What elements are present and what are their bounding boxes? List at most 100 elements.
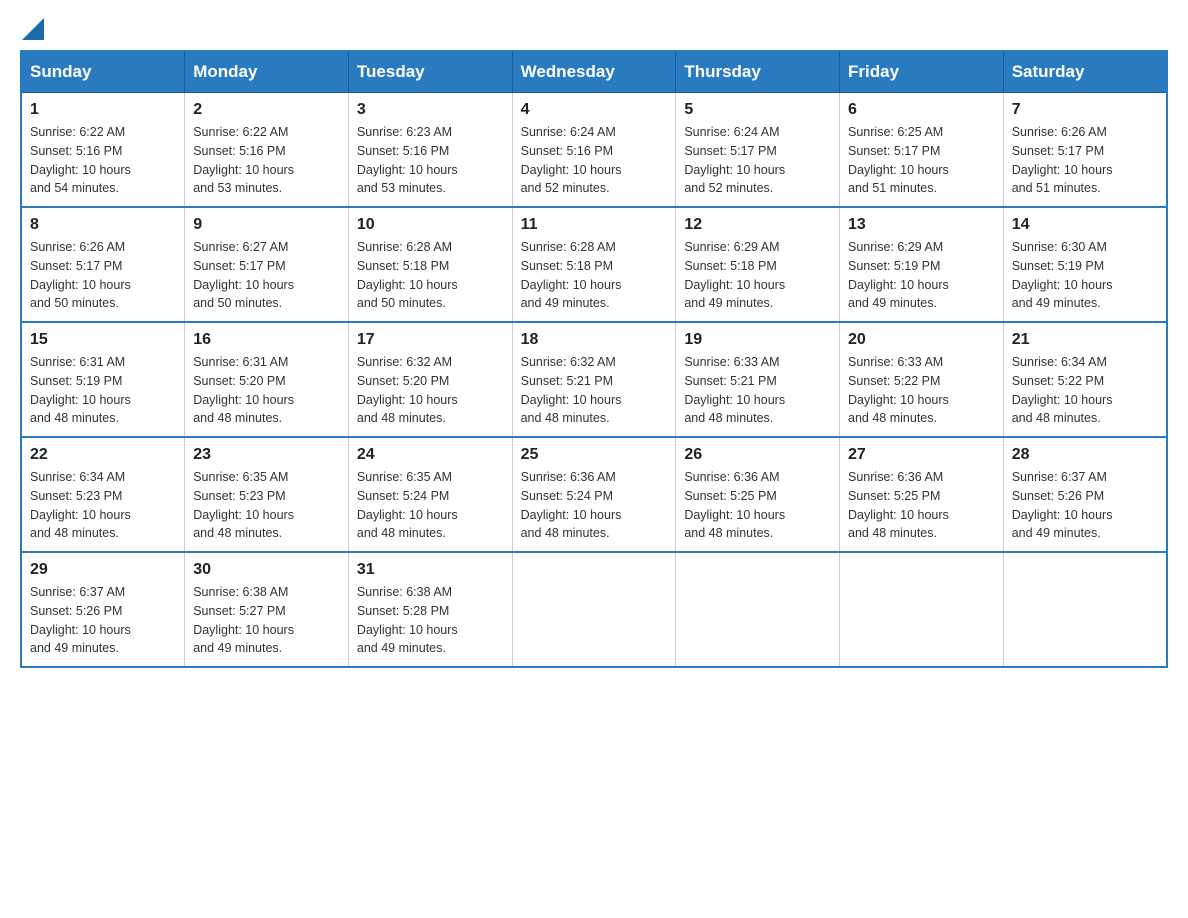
- calendar-day-cell: 14 Sunrise: 6:30 AM Sunset: 5:19 PM Dayl…: [1003, 207, 1167, 322]
- calendar-day-cell: 27 Sunrise: 6:36 AM Sunset: 5:25 PM Dayl…: [840, 437, 1004, 552]
- day-info: Sunrise: 6:36 AM Sunset: 5:24 PM Dayligh…: [521, 468, 668, 543]
- day-info: Sunrise: 6:25 AM Sunset: 5:17 PM Dayligh…: [848, 123, 995, 198]
- logo-triangle-icon: [22, 18, 44, 40]
- calendar-day-cell: 11 Sunrise: 6:28 AM Sunset: 5:18 PM Dayl…: [512, 207, 676, 322]
- calendar-day-cell: 20 Sunrise: 6:33 AM Sunset: 5:22 PM Dayl…: [840, 322, 1004, 437]
- day-info: Sunrise: 6:29 AM Sunset: 5:18 PM Dayligh…: [684, 238, 831, 313]
- day-info: Sunrise: 6:33 AM Sunset: 5:22 PM Dayligh…: [848, 353, 995, 428]
- day-info: Sunrise: 6:34 AM Sunset: 5:22 PM Dayligh…: [1012, 353, 1158, 428]
- calendar-week-row: 8 Sunrise: 6:26 AM Sunset: 5:17 PM Dayli…: [21, 207, 1167, 322]
- day-number: 20: [848, 331, 995, 349]
- calendar-day-cell: 25 Sunrise: 6:36 AM Sunset: 5:24 PM Dayl…: [512, 437, 676, 552]
- day-number: 22: [30, 446, 176, 464]
- calendar-day-cell: 24 Sunrise: 6:35 AM Sunset: 5:24 PM Dayl…: [348, 437, 512, 552]
- day-info: Sunrise: 6:32 AM Sunset: 5:20 PM Dayligh…: [357, 353, 504, 428]
- day-number: 14: [1012, 216, 1158, 234]
- calendar-day-cell: 16 Sunrise: 6:31 AM Sunset: 5:20 PM Dayl…: [185, 322, 349, 437]
- day-info: Sunrise: 6:36 AM Sunset: 5:25 PM Dayligh…: [848, 468, 995, 543]
- logo: [20, 20, 44, 40]
- calendar-day-cell: 21 Sunrise: 6:34 AM Sunset: 5:22 PM Dayl…: [1003, 322, 1167, 437]
- day-info: Sunrise: 6:22 AM Sunset: 5:16 PM Dayligh…: [30, 123, 176, 198]
- calendar-day-cell: 13 Sunrise: 6:29 AM Sunset: 5:19 PM Dayl…: [840, 207, 1004, 322]
- calendar-body: 1 Sunrise: 6:22 AM Sunset: 5:16 PM Dayli…: [21, 93, 1167, 668]
- calendar-week-row: 1 Sunrise: 6:22 AM Sunset: 5:16 PM Dayli…: [21, 93, 1167, 208]
- day-number: 30: [193, 561, 340, 579]
- day-number: 9: [193, 216, 340, 234]
- day-number: 2: [193, 101, 340, 119]
- day-number: 26: [684, 446, 831, 464]
- calendar-table: SundayMondayTuesdayWednesdayThursdayFrid…: [20, 50, 1168, 668]
- calendar-day-cell: 23 Sunrise: 6:35 AM Sunset: 5:23 PM Dayl…: [185, 437, 349, 552]
- day-info: Sunrise: 6:28 AM Sunset: 5:18 PM Dayligh…: [521, 238, 668, 313]
- calendar-day-cell: 4 Sunrise: 6:24 AM Sunset: 5:16 PM Dayli…: [512, 93, 676, 208]
- day-number: 6: [848, 101, 995, 119]
- day-info: Sunrise: 6:37 AM Sunset: 5:26 PM Dayligh…: [30, 583, 176, 658]
- day-number: 27: [848, 446, 995, 464]
- day-info: Sunrise: 6:29 AM Sunset: 5:19 PM Dayligh…: [848, 238, 995, 313]
- calendar-day-cell: 28 Sunrise: 6:37 AM Sunset: 5:26 PM Dayl…: [1003, 437, 1167, 552]
- calendar-day-cell: 15 Sunrise: 6:31 AM Sunset: 5:19 PM Dayl…: [21, 322, 185, 437]
- day-number: 10: [357, 216, 504, 234]
- calendar-day-cell: 3 Sunrise: 6:23 AM Sunset: 5:16 PM Dayli…: [348, 93, 512, 208]
- day-number: 1: [30, 101, 176, 119]
- day-info: Sunrise: 6:37 AM Sunset: 5:26 PM Dayligh…: [1012, 468, 1158, 543]
- day-number: 11: [521, 216, 668, 234]
- calendar-day-cell: 12 Sunrise: 6:29 AM Sunset: 5:18 PM Dayl…: [676, 207, 840, 322]
- day-number: 8: [30, 216, 176, 234]
- day-info: Sunrise: 6:24 AM Sunset: 5:17 PM Dayligh…: [684, 123, 831, 198]
- calendar-day-cell: 17 Sunrise: 6:32 AM Sunset: 5:20 PM Dayl…: [348, 322, 512, 437]
- day-number: 5: [684, 101, 831, 119]
- day-info: Sunrise: 6:38 AM Sunset: 5:28 PM Dayligh…: [357, 583, 504, 658]
- day-number: 24: [357, 446, 504, 464]
- day-of-week-header: Sunday: [21, 51, 185, 93]
- calendar-day-cell: 1 Sunrise: 6:22 AM Sunset: 5:16 PM Dayli…: [21, 93, 185, 208]
- calendar-week-row: 29 Sunrise: 6:37 AM Sunset: 5:26 PM Dayl…: [21, 552, 1167, 667]
- calendar-day-cell: 2 Sunrise: 6:22 AM Sunset: 5:16 PM Dayli…: [185, 93, 349, 208]
- calendar-day-cell: 10 Sunrise: 6:28 AM Sunset: 5:18 PM Dayl…: [348, 207, 512, 322]
- day-info: Sunrise: 6:27 AM Sunset: 5:17 PM Dayligh…: [193, 238, 340, 313]
- day-number: 7: [1012, 101, 1158, 119]
- calendar-day-cell: 19 Sunrise: 6:33 AM Sunset: 5:21 PM Dayl…: [676, 322, 840, 437]
- day-number: 19: [684, 331, 831, 349]
- day-number: 29: [30, 561, 176, 579]
- day-info: Sunrise: 6:36 AM Sunset: 5:25 PM Dayligh…: [684, 468, 831, 543]
- day-of-week-header: Tuesday: [348, 51, 512, 93]
- calendar-day-cell: [840, 552, 1004, 667]
- day-number: 3: [357, 101, 504, 119]
- day-info: Sunrise: 6:26 AM Sunset: 5:17 PM Dayligh…: [30, 238, 176, 313]
- calendar-week-row: 15 Sunrise: 6:31 AM Sunset: 5:19 PM Dayl…: [21, 322, 1167, 437]
- day-info: Sunrise: 6:33 AM Sunset: 5:21 PM Dayligh…: [684, 353, 831, 428]
- day-of-week-header: Saturday: [1003, 51, 1167, 93]
- day-of-week-header: Thursday: [676, 51, 840, 93]
- day-number: 12: [684, 216, 831, 234]
- day-info: Sunrise: 6:30 AM Sunset: 5:19 PM Dayligh…: [1012, 238, 1158, 313]
- day-info: Sunrise: 6:35 AM Sunset: 5:23 PM Dayligh…: [193, 468, 340, 543]
- day-info: Sunrise: 6:35 AM Sunset: 5:24 PM Dayligh…: [357, 468, 504, 543]
- day-number: 17: [357, 331, 504, 349]
- calendar-day-cell: 30 Sunrise: 6:38 AM Sunset: 5:27 PM Dayl…: [185, 552, 349, 667]
- day-number: 31: [357, 561, 504, 579]
- calendar-day-cell: 29 Sunrise: 6:37 AM Sunset: 5:26 PM Dayl…: [21, 552, 185, 667]
- calendar-day-cell: 8 Sunrise: 6:26 AM Sunset: 5:17 PM Dayli…: [21, 207, 185, 322]
- day-number: 25: [521, 446, 668, 464]
- day-of-week-header: Friday: [840, 51, 1004, 93]
- day-info: Sunrise: 6:23 AM Sunset: 5:16 PM Dayligh…: [357, 123, 504, 198]
- calendar-day-cell: 18 Sunrise: 6:32 AM Sunset: 5:21 PM Dayl…: [512, 322, 676, 437]
- day-info: Sunrise: 6:31 AM Sunset: 5:19 PM Dayligh…: [30, 353, 176, 428]
- day-number: 4: [521, 101, 668, 119]
- calendar-week-row: 22 Sunrise: 6:34 AM Sunset: 5:23 PM Dayl…: [21, 437, 1167, 552]
- day-number: 28: [1012, 446, 1158, 464]
- day-number: 18: [521, 331, 668, 349]
- day-of-week-header: Wednesday: [512, 51, 676, 93]
- day-of-week-header: Monday: [185, 51, 349, 93]
- day-info: Sunrise: 6:38 AM Sunset: 5:27 PM Dayligh…: [193, 583, 340, 658]
- calendar-day-cell: [1003, 552, 1167, 667]
- calendar-day-cell: 22 Sunrise: 6:34 AM Sunset: 5:23 PM Dayl…: [21, 437, 185, 552]
- day-number: 16: [193, 331, 340, 349]
- day-info: Sunrise: 6:34 AM Sunset: 5:23 PM Dayligh…: [30, 468, 176, 543]
- calendar-day-cell: 9 Sunrise: 6:27 AM Sunset: 5:17 PM Dayli…: [185, 207, 349, 322]
- calendar-day-cell: 7 Sunrise: 6:26 AM Sunset: 5:17 PM Dayli…: [1003, 93, 1167, 208]
- day-number: 23: [193, 446, 340, 464]
- calendar-day-cell: 5 Sunrise: 6:24 AM Sunset: 5:17 PM Dayli…: [676, 93, 840, 208]
- page-header: [20, 20, 1168, 40]
